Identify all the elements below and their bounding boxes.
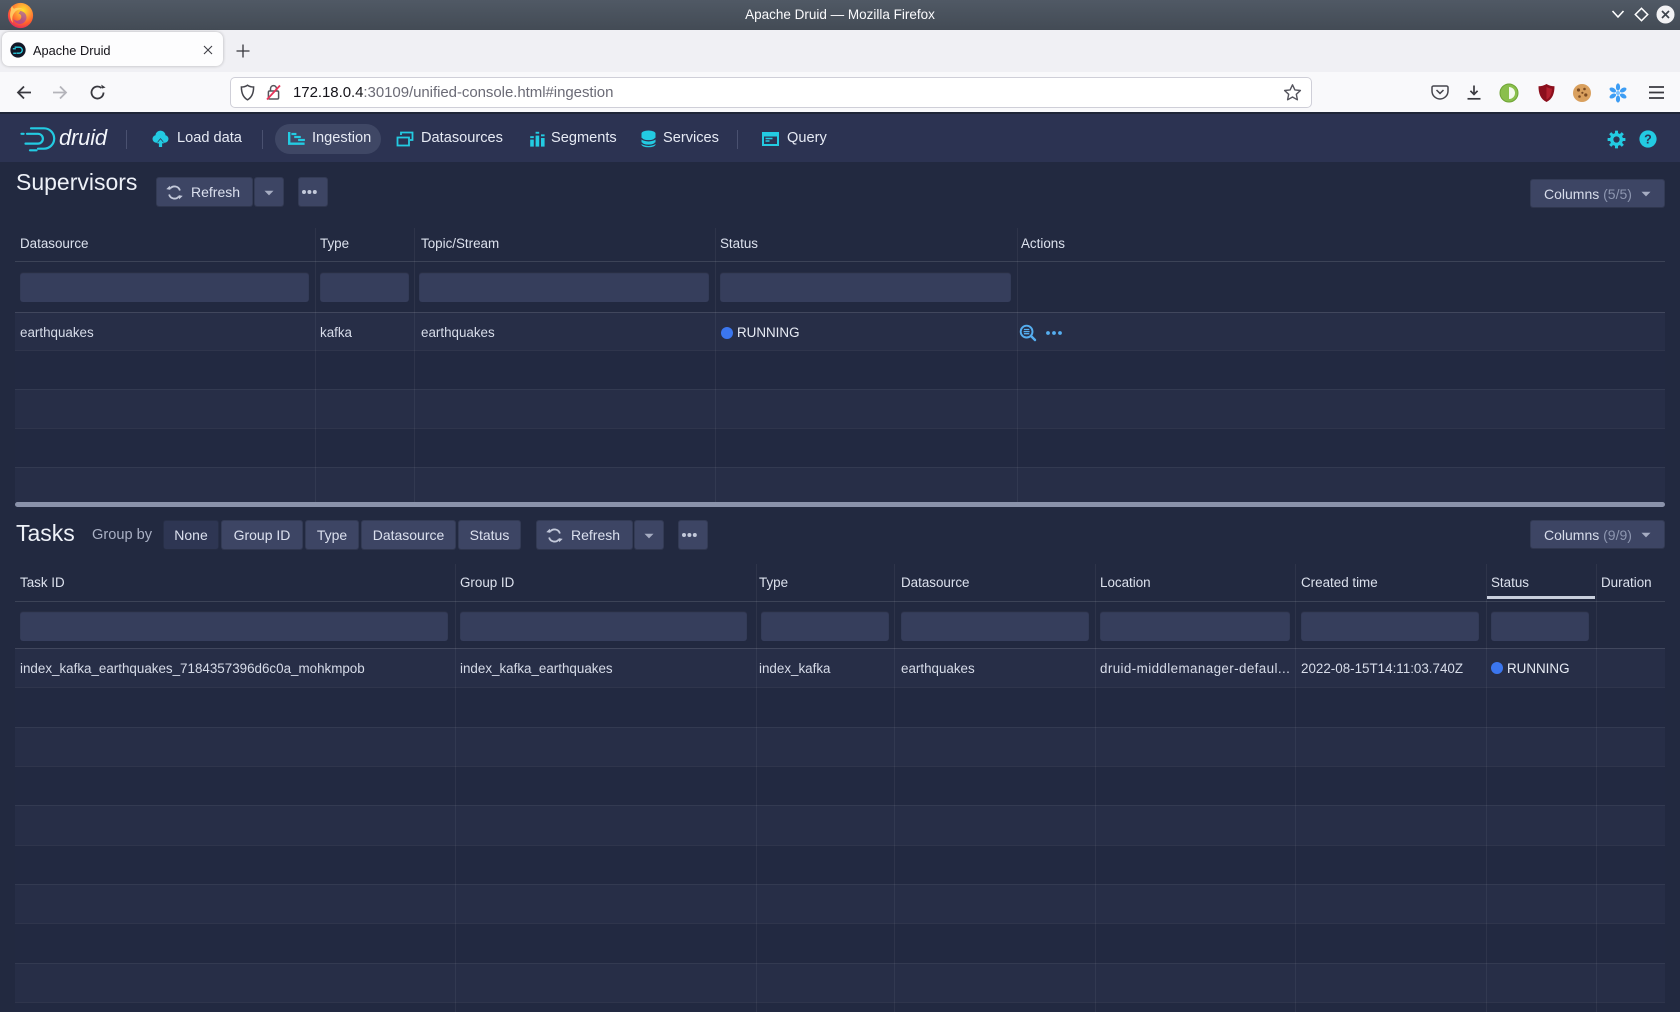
- svg-text:?: ?: [1644, 132, 1652, 146]
